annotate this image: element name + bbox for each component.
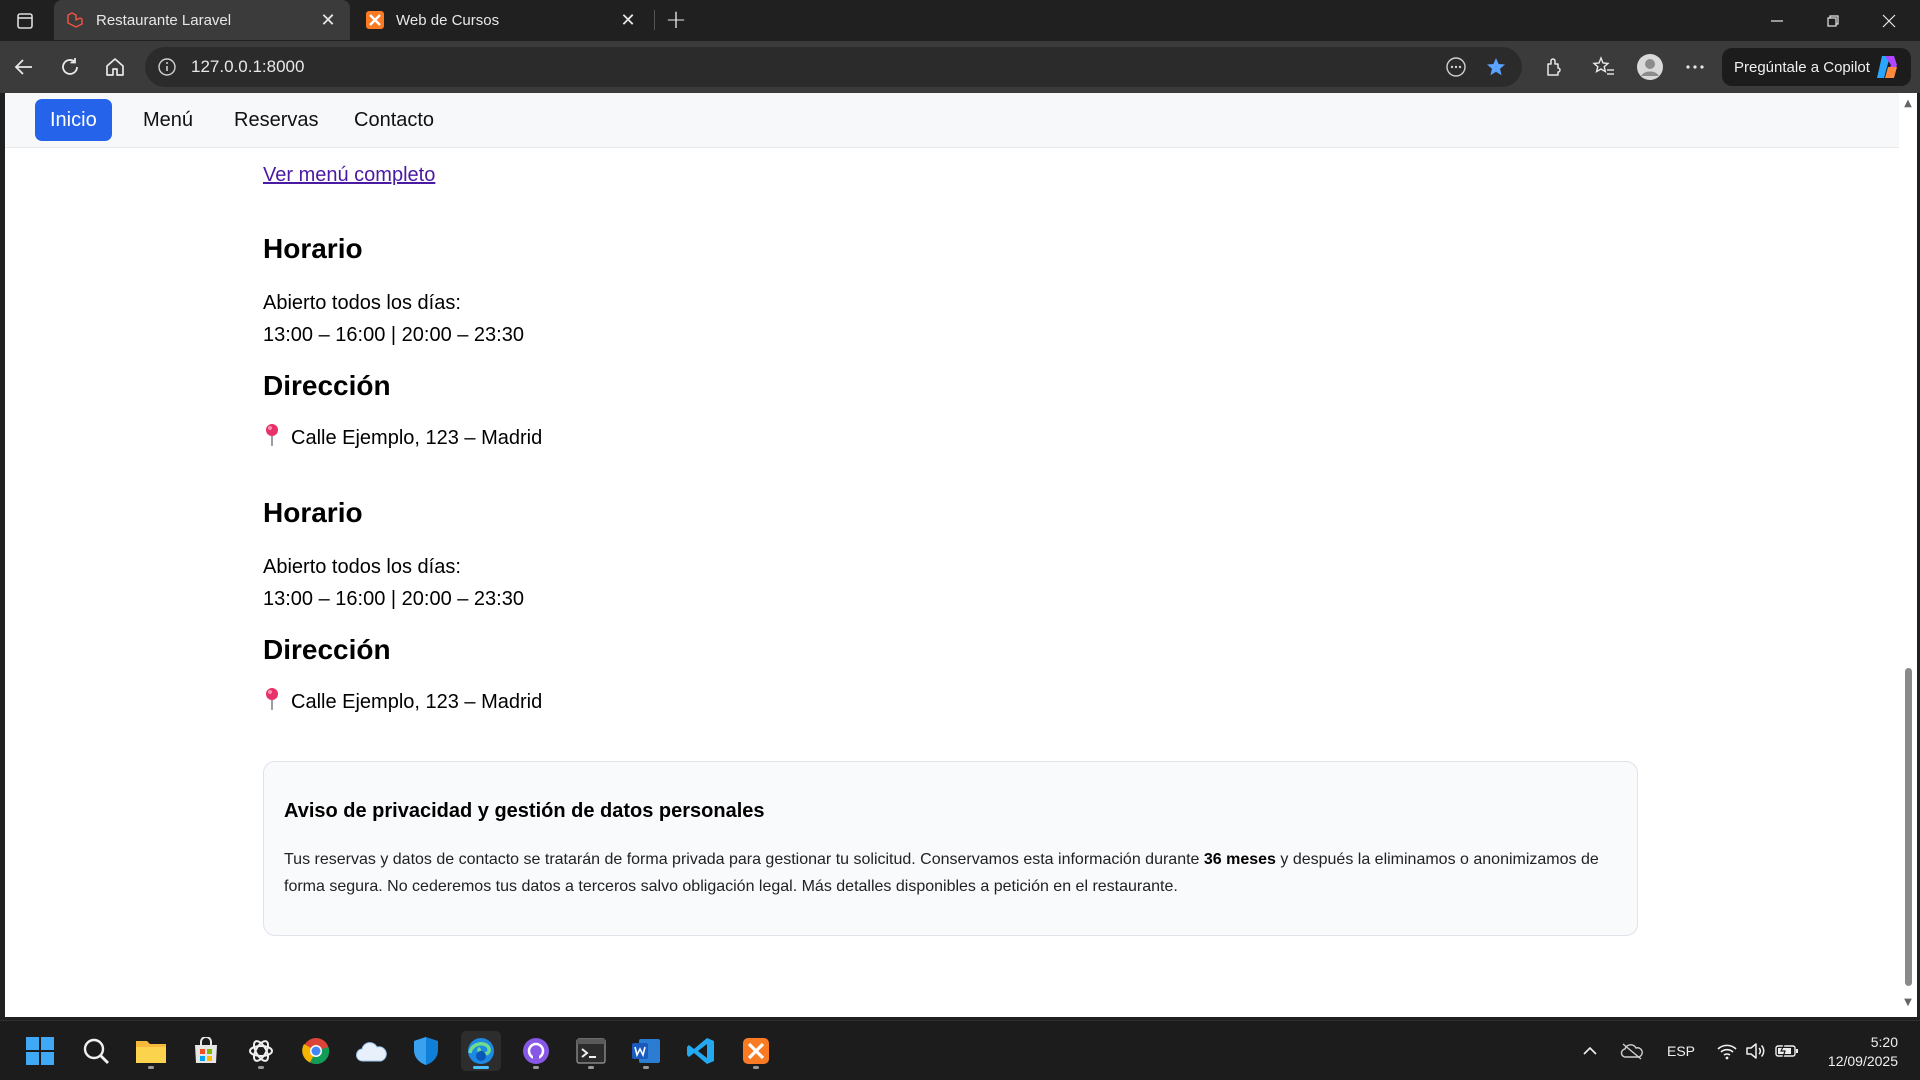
close-tab-icon[interactable]: ✕ [616, 8, 640, 32]
running-indicator [588, 1066, 594, 1069]
scrollbar-thumb[interactable] [1905, 668, 1912, 986]
home-icon[interactable] [101, 53, 129, 81]
windows-taskbar: ESP 5:20 12/09/2025 [0, 1020, 1920, 1080]
profile-avatar-icon[interactable] [1636, 53, 1664, 81]
tab-actions-icon[interactable] [12, 8, 38, 34]
privacy-text: Tus reservas y datos de contacto se trat… [284, 846, 1619, 900]
running-indicator [473, 1066, 489, 1069]
page-scrollbar[interactable]: ▲ ▼ [1899, 93, 1917, 1017]
address-text: Calle Ejemplo, 123 – Madrid [291, 427, 543, 449]
tab-separator [654, 10, 655, 30]
page-actions-icon[interactable] [1442, 53, 1470, 81]
tab-restaurante-laravel[interactable]: Restaurante Laravel ✕ [54, 0, 350, 40]
system-clock[interactable]: 5:20 12/09/2025 [1828, 1033, 1898, 1071]
privacy-notice-card: Aviso de privacidad y gestión de datos p… [263, 761, 1638, 936]
nav-link-reservas[interactable]: Reservas [219, 99, 333, 141]
language-indicator[interactable]: ESP [1667, 1021, 1695, 1080]
retention-period: 36 meses [1203, 851, 1276, 868]
extensions-icon[interactable] [1540, 53, 1568, 81]
running-indicator [258, 1066, 264, 1069]
hours-text: Abierto todos los días: [263, 292, 461, 314]
address-bar[interactable]: 127.0.0.1:8000 [145, 47, 1522, 87]
privacy-text-part: Tus reservas y datos de contacto se trat… [284, 851, 1204, 868]
show-hidden-icons[interactable] [1582, 1021, 1598, 1080]
address-line: Calle Ejemplo, 123 – Madrid [263, 422, 542, 454]
hours-text: Abierto todos los días: [263, 556, 461, 578]
address-heading: Dirección [263, 370, 391, 401]
minimize-icon[interactable] [1750, 0, 1804, 41]
close-tab-icon[interactable]: ✕ [316, 8, 340, 32]
full-menu-link[interactable]: Ver menú completo [263, 164, 435, 187]
pushpin-icon [266, 688, 278, 710]
more-options-icon[interactable] [1681, 53, 1709, 81]
address-heading: Dirección [263, 634, 391, 665]
tab-web-de-cursos[interactable]: Web de Cursos ✕ [354, 0, 650, 40]
favorite-star-icon[interactable] [1482, 53, 1510, 81]
running-indicator [533, 1066, 539, 1069]
hours-heading: Horario [263, 497, 363, 528]
file-explorer-icon[interactable] [131, 1031, 171, 1071]
github-icon[interactable] [516, 1031, 556, 1071]
scroll-down-icon[interactable]: ▼ [1903, 998, 1913, 1008]
hours-times: 13:00 – 16:00 | 20:00 – 23:30 [263, 324, 524, 346]
close-window-icon[interactable] [1862, 0, 1916, 41]
favorites-icon[interactable] [1590, 53, 1618, 81]
site-info-icon[interactable] [157, 57, 177, 77]
running-indicator [753, 1066, 759, 1069]
search-icon[interactable] [76, 1031, 116, 1071]
wifi-icon[interactable] [1716, 1021, 1738, 1080]
address-line: Calle Ejemplo, 123 – Madrid [263, 686, 542, 718]
windows-start-icon[interactable] [20, 1031, 60, 1071]
running-indicator [148, 1066, 154, 1069]
clock-date: 12/09/2025 [1827, 1053, 1898, 1069]
clock-time: 5:20 [1870, 1034, 1898, 1050]
onedrive-status-icon[interactable] [1620, 1021, 1644, 1080]
microsoft-store-icon[interactable] [186, 1031, 226, 1071]
scroll-up-icon[interactable]: ▲ [1903, 99, 1913, 109]
onedrive-icon[interactable] [351, 1031, 391, 1071]
refresh-icon[interactable] [56, 53, 84, 81]
nav-link-inicio[interactable]: Inicio [35, 99, 112, 141]
url-text[interactable]: 127.0.0.1:8000 [191, 57, 1442, 77]
xampp-icon [366, 11, 384, 29]
restore-icon[interactable] [1806, 0, 1860, 41]
browser-toolbar: 127.0.0.1:8000 Pregúntale a Copilot [0, 41, 1920, 93]
vscode-icon[interactable] [681, 1031, 721, 1071]
new-tab-icon[interactable]: + [662, 5, 690, 35]
nav-link-menu[interactable]: Menú [128, 99, 208, 141]
edge-icon[interactable] [461, 1031, 501, 1071]
copilot-label: Pregúntale a Copilot [1734, 58, 1870, 76]
tab-title: Web de Cursos [396, 11, 500, 29]
address-text: Calle Ejemplo, 123 – Madrid [291, 691, 543, 713]
copilot-button[interactable]: Pregúntale a Copilot [1722, 48, 1911, 86]
page-viewport: Inicio Menú Reservas Contacto Ver menú c… [5, 93, 1917, 1017]
battery-icon[interactable] [1775, 1021, 1799, 1080]
chatgpt-icon[interactable] [241, 1031, 281, 1071]
word-icon[interactable] [626, 1031, 666, 1071]
xampp-icon[interactable] [736, 1031, 776, 1071]
pushpin-icon [266, 424, 278, 446]
laravel-icon [66, 11, 84, 29]
site-navbar: Inicio Menú Reservas Contacto [5, 93, 1899, 148]
hours-times: 13:00 – 16:00 | 20:00 – 23:30 [263, 588, 524, 610]
defender-icon[interactable] [406, 1031, 446, 1071]
copilot-icon [1873, 53, 1901, 81]
chrome-icon[interactable] [296, 1031, 336, 1071]
volume-icon[interactable] [1745, 1021, 1767, 1080]
privacy-title: Aviso de privacidad y gestión de datos p… [284, 800, 765, 822]
nav-link-contacto[interactable]: Contacto [339, 99, 449, 141]
browser-tab-bar: Restaurante Laravel ✕ Web de Cursos ✕ + [0, 0, 1920, 41]
hours-heading: Horario [263, 233, 363, 264]
tab-title: Restaurante Laravel [96, 11, 232, 29]
back-icon[interactable] [10, 53, 38, 81]
terminal-icon[interactable] [571, 1031, 611, 1071]
running-indicator [643, 1066, 649, 1069]
